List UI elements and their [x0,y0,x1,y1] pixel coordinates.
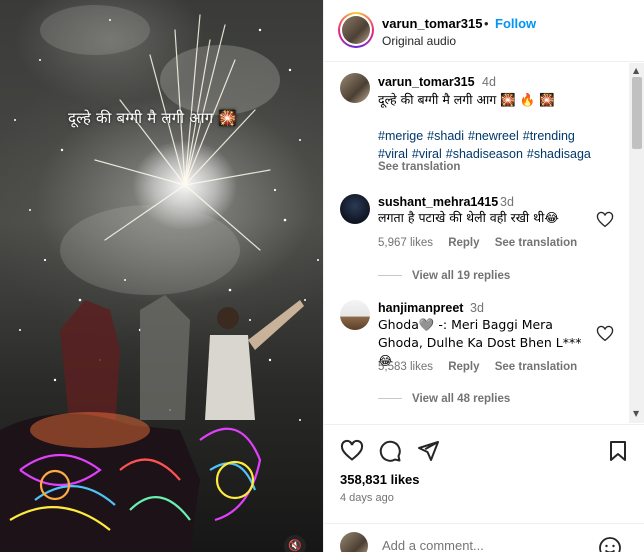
comment-text: लगता है पटाखे की थेली वही रखी थी😂 [378,210,559,225]
comment-username[interactable]: sushant_mehra1415 [378,195,498,209]
comment-meta: 5,967 likes Reply See translation [378,237,589,249]
comment-time: 3d [500,195,514,209]
comment-username[interactable]: hanjimanpreet [378,301,463,315]
comment-likes[interactable]: 5,583 likes [378,361,433,373]
comments-scrollbar[interactable]: ▲ ▼ [629,63,644,423]
post-panel: varun_tomar315 • Follow Original audio v… [323,0,644,552]
hashtag-list: #merige #shadi #newreel #trending #viral #vi… [378,127,618,163]
author-username[interactable]: varun_tomar315 [382,16,482,31]
hashtag-link[interactable]: #viral [412,147,442,161]
caption-text: दूल्हे की बग्गी मै लगी आग 🎇 🔥 🎇 [378,92,555,107]
view-replies-label: View all 19 replies [412,270,511,282]
add-comment-input[interactable] [382,538,582,552]
like-heart-icon[interactable] [340,439,364,463]
video-overlay-caption: दूल्हे की बग्गी मै लगी आग 🎇 [68,109,238,127]
hashtag-link[interactable]: #shadi [427,129,464,143]
caption-time: 4d [482,75,496,89]
caption-username[interactable]: varun_tomar315 [378,75,475,89]
see-translation-button[interactable]: See translation [495,361,577,373]
see-translation-button[interactable]: See translation [495,237,577,249]
view-replies-button[interactable]: View all 19 replies [378,270,510,282]
audio-link[interactable]: Original audio [382,34,456,48]
heart-icon[interactable] [596,211,614,229]
scroll-down-arrow-icon[interactable]: ▼ [633,409,639,418]
reel-video[interactable]: दूल्हे की बग्गी मै लगी आग 🎇 🔇 [0,0,323,552]
save-bookmark-icon[interactable] [606,439,630,463]
hashtag-link[interactable]: #shadisaga [527,147,591,161]
emoji-icon[interactable] [598,536,622,552]
current-user-avatar [340,532,368,552]
post-time-ago: 4 days ago [340,492,394,504]
comment-avatar[interactable] [340,300,370,330]
comment-time: 3d [470,301,484,315]
replies-divider [378,275,402,277]
hashtag-link[interactable]: #merige [378,129,423,143]
caption-avatar[interactable] [340,73,370,103]
replies-divider [378,398,402,400]
comment-likes[interactable]: 5,967 likes [378,237,433,249]
hashtag-link[interactable]: #viral [378,147,408,161]
reply-button[interactable]: Reply [448,237,479,249]
speaker-muted-icon[interactable]: 🔇 [284,535,306,552]
hashtag-link[interactable]: #trending [523,129,575,143]
post-actions: 358,831 likes 4 days ago [324,424,644,552]
heart-icon[interactable] [596,325,614,343]
add-comment-row [324,523,644,552]
video-frame [0,5,319,552]
likes-count[interactable]: 358,831 likes [340,472,420,487]
view-replies-button[interactable]: View all 48 replies [378,393,510,405]
comments-list: varun_tomar315 4d दूल्हे की बग्गी मै लगी… [324,63,629,423]
post-header: varun_tomar315 • Follow Original audio [324,0,644,62]
hashtag-link[interactable]: #newreel [468,129,519,143]
scrollbar-thumb[interactable] [632,77,642,149]
comment-bubble-icon[interactable] [378,439,402,463]
share-paper-plane-icon[interactable] [416,439,440,463]
hashtag-link[interactable]: #shadiseason [446,147,523,161]
scroll-up-arrow-icon[interactable]: ▲ [633,66,639,75]
reply-button[interactable]: Reply [448,361,479,373]
follow-button[interactable]: Follow [495,16,536,31]
comment-meta: 5,583 likes Reply See translation [378,361,589,373]
author-avatar[interactable] [338,12,374,48]
comment-avatar[interactable] [340,194,370,224]
view-replies-label: View all 48 replies [412,393,511,405]
caption-see-translation[interactable]: See translation [378,161,472,173]
separator-dot: • [484,16,489,31]
